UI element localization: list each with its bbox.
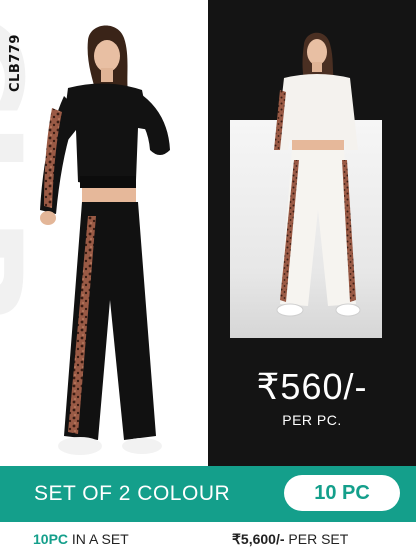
set-price: ₹5,600/- PER SET [232, 531, 348, 548]
unit-price: ₹560/- [256, 366, 368, 407]
white-set-panel: ₹560/- PER PC. [208, 0, 416, 466]
model-white-outfit-image [274, 32, 361, 317]
model-black-outfit-image [40, 25, 170, 455]
footer: 10PC IN A SET ₹5,600/- PER SET [0, 522, 416, 555]
colour-banner: SET OF 2 COLOUR 10 PC [0, 466, 416, 522]
pack-size-badge: 10 PC [284, 475, 400, 511]
product-code: CLB779 [8, 34, 23, 92]
pieces-count: 10PC [33, 531, 69, 547]
set-price-amount: ₹5,600/- [232, 531, 285, 547]
pieces-suffix: IN A SET [68, 531, 129, 547]
black-set-panel: CLB CLB779 [0, 0, 208, 466]
unit-price-label: PER PC. [282, 412, 342, 428]
pieces-per-set: 10PC IN A SET [33, 531, 129, 547]
set-price-suffix: PER SET [284, 531, 349, 547]
colour-banner-text: SET OF 2 COLOUR [34, 482, 231, 505]
